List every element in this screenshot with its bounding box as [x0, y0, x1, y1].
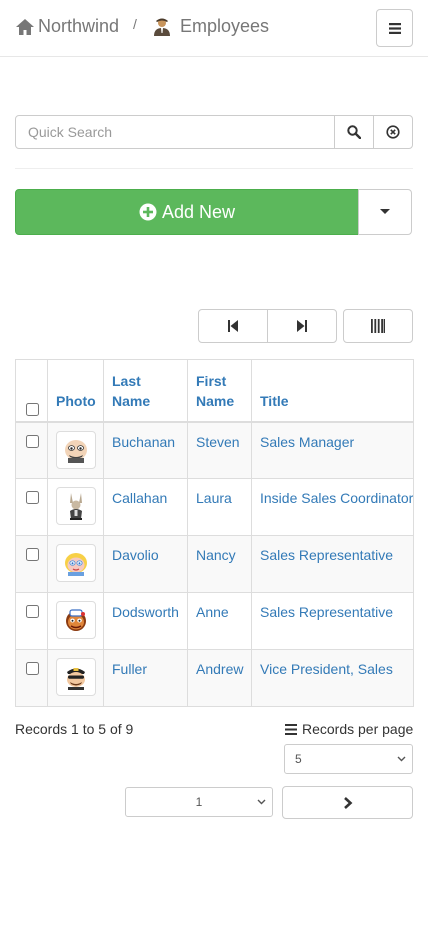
table-row[interactable]: Callahan Laura Inside Sales Coordinator [15, 478, 414, 536]
bald-avatar-icon [65, 439, 87, 463]
breadcrumb-separator: / [133, 16, 137, 32]
close-circle-icon [386, 125, 400, 139]
breadcrumb-current: Employees [152, 16, 269, 37]
last-name-cell[interactable]: Fuller [103, 649, 188, 707]
chevron-down-icon [257, 799, 266, 805]
table-row[interactable]: Dodsworth Anne Sales Representative [15, 592, 414, 650]
search-icon [347, 125, 361, 139]
title-cell[interactable]: Vice President, Sales [251, 649, 414, 707]
first-name-cell[interactable]: Anne [187, 592, 252, 650]
title-cell[interactable]: Sales Representative [251, 535, 414, 593]
records-per-page-value: 5 [295, 752, 302, 766]
page-title: Employees [180, 16, 270, 36]
divider [15, 168, 413, 169]
select-all-header [15, 359, 48, 423]
page-number-value: 1 [195, 795, 203, 809]
next-page-button[interactable] [282, 786, 413, 819]
first-name-cell[interactable]: Nancy [187, 535, 252, 593]
title-cell[interactable]: Sales Manager [251, 421, 414, 479]
column-header-first-name[interactable]: First Name [187, 359, 252, 423]
row-checkbox[interactable] [25, 605, 39, 618]
page-number-select[interactable]: 1 [125, 787, 273, 817]
column-header-photo[interactable]: Photo [47, 359, 104, 423]
row-select-cell [15, 478, 48, 536]
row-checkbox[interactable] [25, 434, 39, 448]
records-per-page-label: Records per page [285, 721, 413, 737]
first-name-cell[interactable]: Steven [187, 421, 252, 479]
photo-cell [47, 478, 104, 536]
first-name-cell[interactable]: Laura [187, 478, 252, 536]
photo-cell [47, 421, 104, 479]
row-select-cell [15, 649, 48, 707]
navbar: Northwind / Employees [0, 0, 428, 57]
row-checkbox[interactable] [25, 548, 39, 561]
plus-circle-icon [139, 203, 157, 221]
last-name-cell[interactable]: Davolio [103, 535, 188, 593]
clear-search-button[interactable] [373, 115, 413, 149]
bunny-avatar-icon [70, 493, 82, 520]
last-page-button[interactable] [267, 309, 337, 343]
table-row[interactable]: Fuller Andrew Vice President, Sales [15, 649, 414, 707]
row-select-cell [15, 592, 48, 650]
avatar[interactable] [56, 430, 96, 469]
row-select-cell [15, 421, 48, 479]
select-all-checkbox[interactable] [25, 402, 39, 416]
hamburger-icon [388, 22, 401, 34]
first-name-cell[interactable]: Andrew [187, 649, 252, 707]
last-name-cell[interactable]: Buchanan [103, 421, 188, 479]
blonde-avatar-icon [65, 553, 87, 576]
row-checkbox[interactable] [25, 491, 39, 504]
headset-avatar-icon [66, 609, 86, 631]
quick-search [15, 115, 413, 149]
records-summary: Records 1 to 5 of 9 [15, 721, 134, 737]
caret-down-icon [380, 209, 390, 214]
title-cell[interactable]: Sales Representative [251, 592, 414, 650]
breadcrumb-home[interactable]: Northwind [15, 16, 119, 37]
last-name-cell[interactable]: Dodsworth [103, 592, 188, 650]
avatar[interactable] [56, 601, 96, 639]
title-cell[interactable]: Inside Sales Coordinator [251, 478, 414, 536]
home-icon [16, 18, 34, 35]
search-button[interactable] [334, 115, 374, 149]
columns-icon [371, 319, 385, 333]
chevron-right-icon [343, 796, 352, 809]
employees-table: Photo Last Name First Name Title Buchana… [15, 359, 414, 707]
column-header-title[interactable]: Title [251, 359, 414, 423]
add-new-button[interactable]: Add New [15, 189, 359, 235]
row-select-cell [15, 535, 48, 593]
column-chooser-button[interactable] [343, 309, 413, 343]
avatar[interactable] [56, 544, 96, 582]
search-input[interactable] [15, 115, 335, 149]
skip-start-icon [228, 320, 238, 332]
avatar[interactable] [56, 658, 96, 696]
records-per-page-text: Records per page [302, 721, 414, 737]
table-row[interactable]: Buchanan Steven Sales Manager [15, 421, 414, 479]
row-checkbox[interactable] [25, 662, 39, 675]
add-new-label: Add New [161, 201, 236, 222]
captain-avatar-icon [67, 668, 85, 690]
records-per-page-select[interactable]: 5 [284, 744, 413, 774]
avatar[interactable] [56, 487, 96, 525]
breadcrumb-home-label: Northwind [38, 16, 120, 36]
chevron-down-icon [397, 756, 406, 762]
photo-cell [47, 535, 104, 593]
table-row[interactable]: Davolio Nancy Sales Representative [15, 535, 414, 593]
photo-cell [47, 592, 104, 650]
list-icon [285, 723, 297, 735]
last-name-cell[interactable]: Callahan [103, 478, 188, 536]
add-options-dropdown-button[interactable] [358, 189, 412, 235]
column-header-last-name[interactable]: Last Name [103, 359, 188, 423]
person-icon [154, 18, 170, 36]
table-header-row: Photo Last Name First Name Title [15, 359, 414, 423]
menu-toggle-button[interactable] [376, 9, 413, 47]
skip-end-icon [297, 320, 307, 332]
photo-cell [47, 649, 104, 707]
first-page-button[interactable] [198, 309, 268, 343]
